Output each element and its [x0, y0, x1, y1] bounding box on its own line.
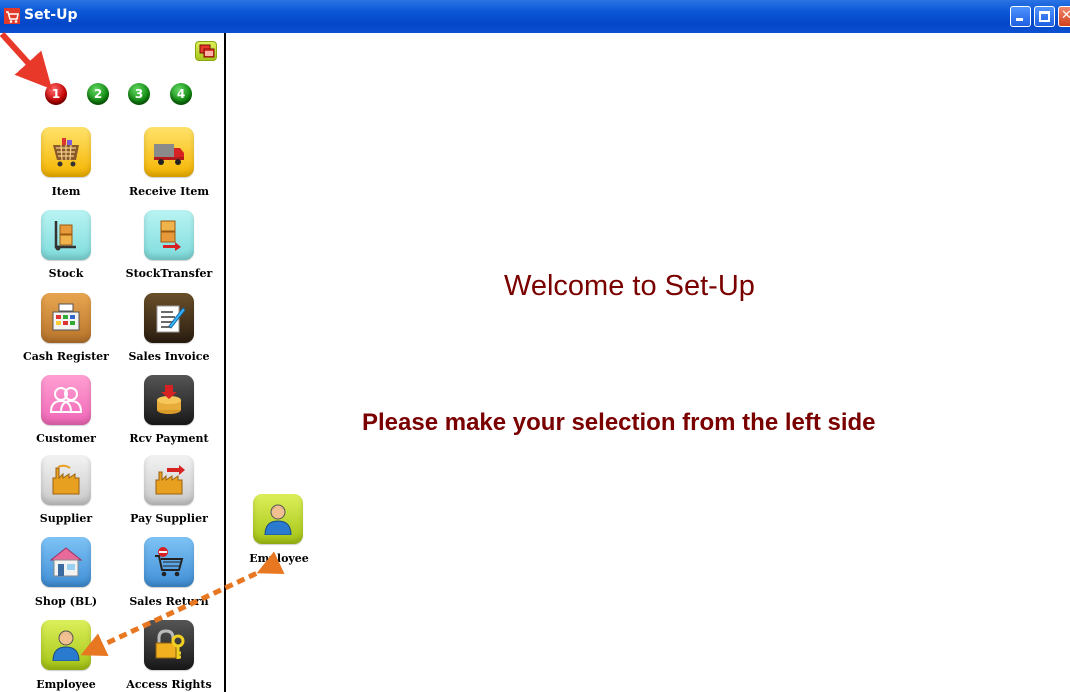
rcv-payment-button[interactable]: [144, 375, 194, 425]
sales-return-button[interactable]: [144, 537, 194, 587]
customer-icon: [50, 387, 82, 413]
stock-transfer-label: StockTransfer: [125, 267, 213, 280]
cart-icon: [4, 8, 20, 24]
factory-icon: [52, 464, 80, 495]
pay-supplier-button[interactable]: [144, 455, 194, 505]
receive-item-label: Receive Item: [128, 185, 210, 198]
customer-label: Customer: [36, 432, 96, 445]
supplier-button[interactable]: [41, 455, 91, 505]
employee-label: Employee: [36, 678, 96, 691]
employee-button[interactable]: [41, 620, 91, 670]
rcv-payment-label: Rcv Payment: [129, 432, 209, 445]
shop-button[interactable]: [41, 537, 91, 587]
shopping-basket-icon: [53, 138, 79, 167]
sales-invoice-button[interactable]: [144, 293, 194, 343]
truck-icon: [154, 144, 184, 165]
item-button[interactable]: [41, 127, 91, 177]
cash-register-icon: [52, 303, 80, 331]
stock-label: Stock: [48, 267, 84, 280]
cash-register-label: Cash Register: [23, 350, 109, 363]
receive-item-button[interactable]: [144, 127, 194, 177]
windows-icon: [199, 44, 215, 58]
cash-register-button[interactable]: [41, 293, 91, 343]
employee-icon: [52, 630, 80, 661]
sales-invoice-label: Sales Invoice: [128, 350, 210, 363]
pay-supplier-label: Pay Supplier: [130, 512, 208, 525]
instruction-text: Please make your selection from the left…: [362, 409, 876, 436]
access-rights-button[interactable]: [144, 620, 194, 670]
page-button-2[interactable]: 2: [87, 83, 109, 105]
callout-employee-icon: [253, 494, 303, 544]
factory-payment-icon: [155, 465, 185, 495]
shop-icon: [50, 547, 82, 577]
lock-key-icon: [155, 629, 185, 659]
invoice-icon: [156, 305, 185, 333]
page-button-3[interactable]: 3: [128, 83, 150, 105]
page-button-1[interactable]: 1: [45, 83, 67, 105]
employee-icon: [264, 504, 292, 535]
item-label: Item: [51, 185, 81, 198]
page-button-4[interactable]: 4: [170, 83, 192, 105]
toggle-view-button[interactable]: [195, 41, 217, 61]
welcome-heading: Welcome to Set-Up: [504, 270, 755, 302]
maximize-button[interactable]: [1034, 6, 1055, 27]
hand-truck-icon: [54, 221, 76, 251]
sales-return-label: Sales Return: [129, 595, 209, 608]
stock-button[interactable]: [41, 210, 91, 260]
coins-icon: [157, 385, 181, 414]
customer-button[interactable]: [41, 375, 91, 425]
return-cart-icon: [155, 547, 184, 577]
title-bar: Set-Up: [0, 0, 1070, 33]
supplier-label: Supplier: [39, 512, 93, 525]
stock-transfer-button[interactable]: [144, 210, 194, 260]
access-rights-label: Access Rights: [126, 678, 212, 691]
close-button[interactable]: [1058, 6, 1070, 27]
minimize-button[interactable]: [1010, 6, 1031, 27]
window-title: Set-Up: [24, 7, 78, 23]
stock-transfer-icon: [160, 220, 181, 251]
callout-employee-label: Employee: [249, 552, 309, 565]
shop-label: Shop (BL): [34, 595, 98, 608]
